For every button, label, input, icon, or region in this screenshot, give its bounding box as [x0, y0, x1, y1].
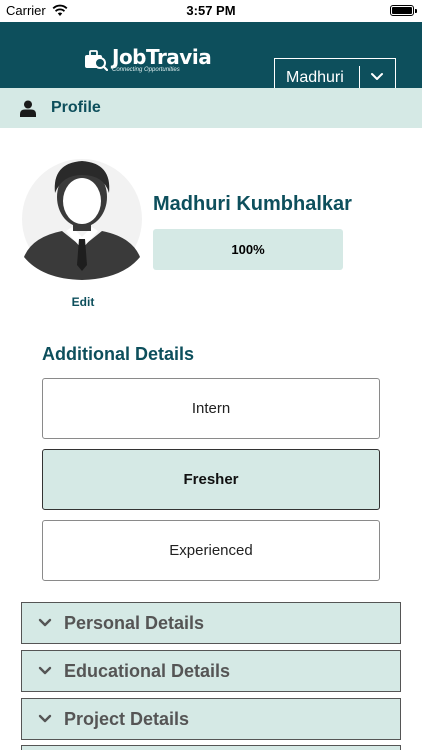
logo-tagline: Connecting Opportunities	[112, 66, 180, 73]
chevron-down-icon	[38, 714, 52, 723]
option-fresher-button[interactable]: Fresher	[42, 449, 380, 510]
accordion-label: Personal Details	[64, 612, 205, 633]
accordion-educational-details[interactable]: Educational Details	[21, 650, 401, 692]
user-name: Madhuri Kumbhalkar	[153, 193, 352, 215]
user-dropdown-value: Madhuri	[286, 69, 344, 86]
profile-bar-title: Profile	[51, 99, 101, 116]
profile-section-bar: Profile	[0, 88, 422, 128]
chevron-down-icon[interactable]	[370, 72, 384, 82]
app-header: JobTravia Connecting Opportunities Madhu…	[0, 22, 422, 97]
chevron-down-icon	[38, 666, 52, 675]
chevron-down-icon	[38, 618, 52, 627]
accordion-personal-details[interactable]: Personal Details	[21, 602, 401, 644]
option-label: Fresher	[183, 471, 239, 488]
accordion-next-partial[interactable]	[21, 745, 401, 750]
option-experienced-button[interactable]: Experienced	[42, 520, 380, 581]
logo-title: JobTravia	[112, 44, 212, 69]
person-icon	[20, 100, 36, 117]
briefcase-search-icon	[85, 50, 108, 71]
profile-completion-bar: 100%	[153, 229, 343, 270]
additional-details-title: Additional Details	[42, 344, 195, 364]
battery-icon	[390, 5, 417, 16]
status-bar: Carrier 3:57 PM	[0, 0, 422, 22]
edit-avatar-link[interactable]: Edit	[60, 295, 106, 309]
app-logo[interactable]: JobTravia Connecting Opportunities	[84, 44, 212, 74]
default-avatar-icon[interactable]	[22, 157, 142, 282]
profile-completion-label: 100%	[231, 242, 265, 257]
accordion-project-details[interactable]: Project Details	[21, 698, 401, 740]
option-label: Intern	[191, 400, 231, 417]
dropdown-divider	[359, 66, 360, 89]
option-label: Experienced	[169, 542, 253, 559]
accordion-label: Project Details	[64, 708, 190, 729]
status-time: 3:57 PM	[186, 3, 236, 18]
option-intern-button[interactable]: Intern	[42, 378, 380, 439]
accordion-label: Educational Details	[64, 660, 231, 681]
